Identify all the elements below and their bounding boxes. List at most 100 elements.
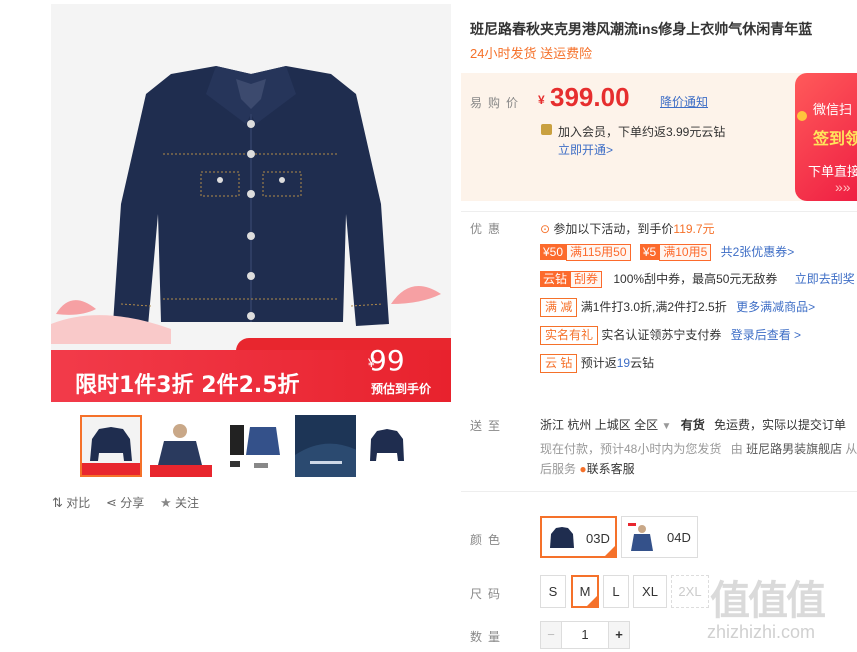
manjian-row: 满 减 满1件打3.0折,满2件打2.5折 更多满减商品>: [540, 298, 815, 317]
yunzuan2-unit: 云钻: [630, 356, 655, 370]
wechat-banner[interactable]: 微信扫 签到领 下单直接 »»: [795, 73, 857, 201]
selected-corner-icon: [587, 596, 597, 606]
member-icon: [541, 124, 552, 135]
promo-text: 限时1件3折 2件2.5折: [75, 373, 300, 398]
district: 上城区: [594, 418, 631, 432]
banner-arrows: »»: [835, 179, 851, 195]
thumbnail-2[interactable]: [150, 415, 212, 477]
guaquan-row: 云钻 刮券 100%刮中券，最高50元无敌券 立即去刮奖: [540, 270, 855, 288]
shiming-tag: 实名有礼: [540, 326, 599, 345]
yunzuan-tag: 云钻: [540, 271, 571, 287]
color-04d-swatch-icon: [628, 523, 653, 551]
pay-note-row: 现在付款，预计48小时内为您发货 由 班尼路男装旗舰店 从: [540, 440, 857, 457]
jacket-small-icon: [370, 429, 404, 461]
thumbnail-1[interactable]: [80, 415, 142, 477]
yunzuan2-tag: 云 钻: [540, 354, 578, 373]
service-icon: ●: [579, 462, 587, 476]
size-option-S[interactable]: S: [540, 575, 566, 608]
guaquan-link[interactable]: 立即去刮奖: [795, 272, 855, 286]
product-title: 班尼路春秋夹克男港风潮流ins修身上衣帅气休闲青年蓝: [470, 21, 813, 37]
area: 全区: [634, 418, 659, 432]
size-option-2XL[interactable]: 2XL: [671, 575, 709, 608]
delivery-row: 浙江 杭州 上城区 全区 ▼ 有货 免运费，实际以提交订单: [540, 416, 846, 433]
jacket-thumb-icon: [82, 427, 140, 475]
yunzuan-row: 云 钻 预计返19云钻: [540, 354, 654, 373]
activity-text: 参加以下活动，到手价: [553, 222, 674, 236]
delivery-location[interactable]: 浙江 杭州 上城区 全区 ▼: [540, 418, 671, 432]
promo-price: 99: [369, 344, 405, 377]
color-option-label: 04D: [667, 530, 691, 545]
shop-suffix: 从: [845, 442, 857, 456]
pay-note: 现在付款，预计48小时内为您发货: [540, 442, 722, 456]
shop-name[interactable]: 班尼路男装旗舰店: [746, 442, 842, 456]
watermark-logo: 值值值: [710, 579, 826, 623]
size-option-XL[interactable]: XL: [633, 575, 667, 608]
coupon1-amount[interactable]: ¥50: [540, 244, 567, 260]
quantity-minus-button[interactable]: −: [540, 621, 562, 649]
shiming-text: 实名认证领苏宁支付券: [601, 328, 722, 342]
activity-row: ⊙ 参加以下活动，到手价119.7元: [540, 220, 715, 237]
thumbnail-3[interactable]: [224, 415, 286, 477]
coupon2-amount[interactable]: ¥5: [639, 244, 660, 260]
size-label: 尺码: [470, 587, 507, 601]
coupon2-condition[interactable]: 满10用5: [659, 244, 712, 261]
divider-bottom: [461, 491, 857, 492]
price-symbol: ¥: [538, 93, 545, 107]
share-label: 分享: [120, 496, 145, 510]
thumbnail-4[interactable]: [295, 415, 357, 477]
size-option-L[interactable]: L: [603, 575, 629, 608]
banner-line3: 下单直接: [808, 164, 857, 179]
member-link[interactable]: 立即开通>: [558, 141, 613, 158]
price-value: 399.00: [550, 82, 630, 112]
promo-subtitle: 预估到手价: [371, 382, 432, 396]
color-label: 颜色: [470, 533, 507, 547]
coin-icon: [797, 111, 807, 121]
main-product-image[interactable]: 限时1件3折 2件2.5折 ¥ 99 预估到手价: [51, 4, 451, 402]
jacket-image: [51, 66, 441, 344]
guaquan-text: 100%刮中券，最高50元无敌券: [613, 272, 778, 286]
chevron-down-icon: ▼: [661, 421, 672, 432]
coupon1-condition[interactable]: 满115用50: [566, 244, 631, 261]
quantity-input[interactable]: 1: [562, 621, 608, 649]
guaquan-tag: 刮券: [570, 271, 603, 288]
delivery-label: 送至: [470, 419, 507, 433]
service-link[interactable]: 联系客服: [587, 462, 635, 476]
color-option-label: 03D: [586, 531, 610, 546]
shop-prefix: 由: [730, 442, 743, 456]
product-subtitle: 24小时发货 送运费险: [470, 46, 593, 61]
price-label: 易购价: [470, 96, 525, 110]
size-option-M[interactable]: M: [571, 575, 599, 608]
aftersale-row: 后服务 ●联系客服: [540, 460, 635, 477]
color-option-03D[interactable]: 03D: [540, 516, 617, 558]
thumbnail-5[interactable]: [356, 415, 418, 477]
color-option-04D[interactable]: 04D: [621, 516, 698, 558]
banner-line1: 微信扫: [813, 102, 853, 117]
follow-action[interactable]: ★ 关注: [160, 494, 199, 511]
follow-label: 关注: [175, 496, 200, 510]
compare-icon: ⇅: [52, 495, 63, 510]
coupon-total-link[interactable]: 共2张优惠券>: [721, 245, 795, 259]
compare-action[interactable]: ⇅ 对比: [52, 494, 90, 511]
yunzuan2-text: 预计返: [580, 356, 617, 370]
manjian-link[interactable]: 更多满减商品>: [736, 300, 815, 314]
city: 杭州: [567, 418, 592, 432]
aftersale-text: 后服务: [540, 462, 577, 476]
coupon-row: ¥50 满115用50 ¥5 满10用5 共2张优惠券>: [540, 243, 794, 261]
manjian-text: 满1件打3.0折,满2件打2.5折: [580, 300, 727, 314]
activity-icon: ⊙: [540, 222, 551, 236]
freight-text: 免运费，实际以提交订单: [714, 418, 847, 432]
color-03d-swatch-icon: [550, 527, 574, 548]
quantity-plus-button[interactable]: +: [608, 621, 630, 649]
banner-line2: 签到领: [813, 131, 857, 148]
yunzuan2-num: 19: [616, 356, 631, 370]
fabric-thumb-icon: [295, 415, 357, 477]
divider-top: [461, 211, 857, 212]
shiming-row: 实名有礼 实名认证领苏宁支付券 登录后查看 >: [540, 326, 801, 345]
share-action[interactable]: ⋖ 分享: [106, 494, 144, 511]
price-notify-link[interactable]: 降价通知: [660, 93, 708, 110]
compare-label: 对比: [66, 496, 91, 510]
selected-corner-icon: [605, 546, 615, 556]
shiming-link[interactable]: 登录后查看 >: [731, 328, 801, 342]
province: 浙江: [540, 418, 565, 432]
stock-status: 有货: [680, 418, 705, 432]
